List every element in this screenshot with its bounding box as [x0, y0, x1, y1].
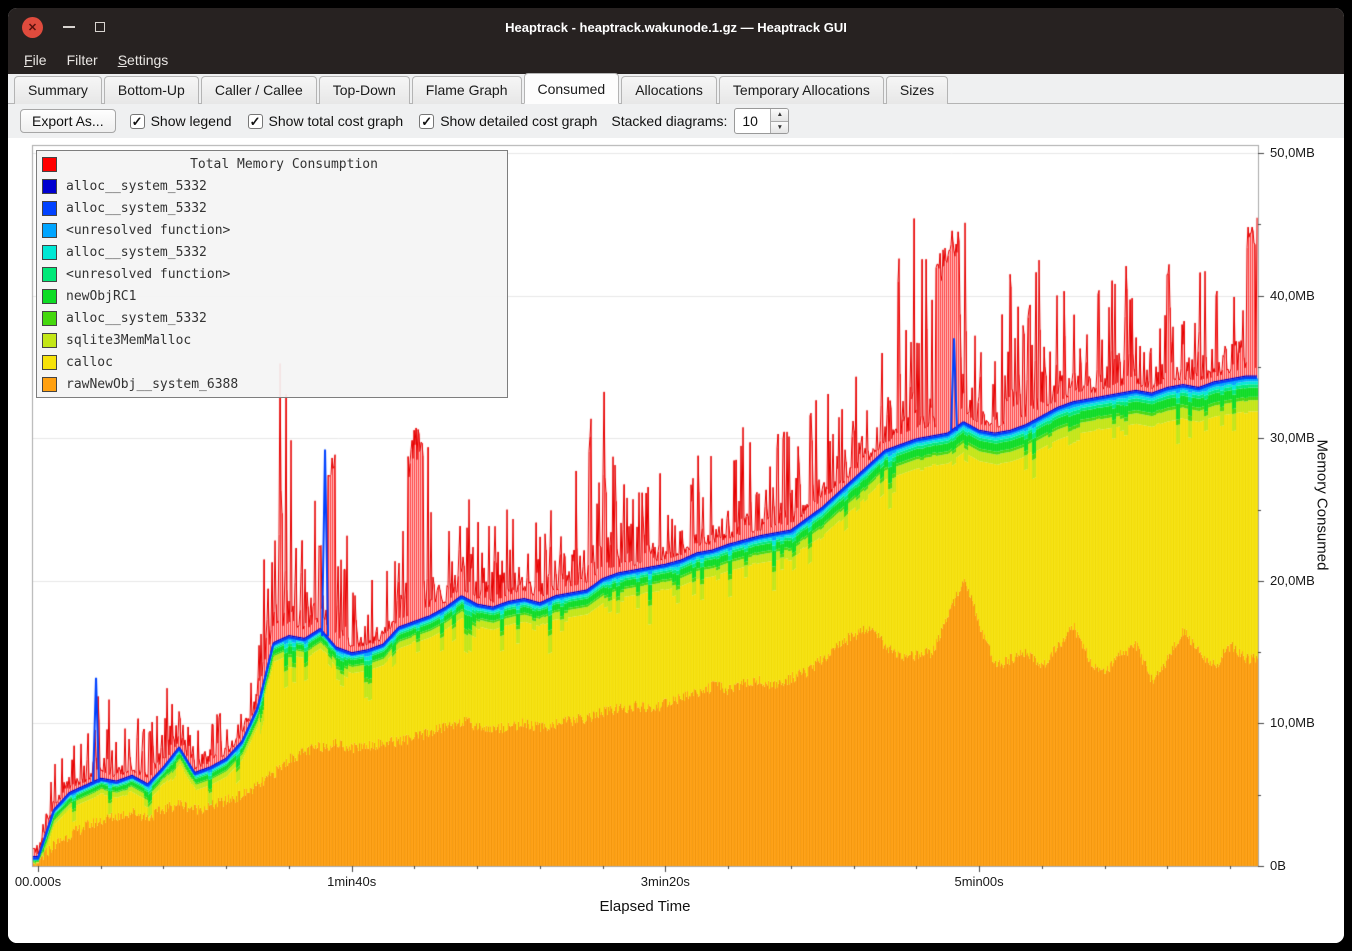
app-window: ✕ Heaptrack - heaptrack.wakunode.1.gz — …	[8, 8, 1344, 943]
checkbox-icon: ✓	[248, 114, 263, 129]
maximize-button[interactable]	[95, 22, 105, 32]
legend-item: alloc__system_5332	[40, 197, 504, 219]
checkbox-label: Show total cost graph	[269, 113, 404, 129]
legend-label: sqlite3MemMalloc	[66, 333, 191, 348]
legend-label: alloc__system_5332	[66, 311, 207, 326]
legend-item: alloc__system_5332	[40, 175, 504, 197]
legend-label: alloc__system_5332	[66, 179, 207, 194]
legend-label: <unresolved function>	[66, 223, 230, 238]
legend-swatch-icon	[42, 377, 57, 392]
menubar: FileFilterSettings	[8, 46, 1344, 74]
tab-allocations[interactable]: Allocations	[621, 76, 717, 104]
tabbar: SummaryBottom-UpCaller / CalleeTop-DownF…	[8, 74, 1344, 104]
legend-swatch-icon	[42, 201, 57, 216]
legend-item: alloc__system_5332	[40, 307, 504, 329]
legend-swatch-icon	[42, 311, 57, 326]
spinbox-buttons: ▲ ▼	[770, 109, 788, 133]
x-tick-label: 5min00s	[934, 874, 1024, 889]
y-tick-label: 40,0MB	[1270, 288, 1340, 303]
legend-label: alloc__system_5332	[66, 245, 207, 260]
legend-title-row: Total Memory Consumption	[40, 153, 504, 175]
window-title: Heaptrack - heaptrack.wakunode.1.gz — He…	[8, 20, 1344, 35]
window-controls: ✕	[8, 17, 105, 38]
legend-swatch-icon	[42, 289, 57, 304]
checkbox-icon: ✓	[130, 114, 145, 129]
stacked-diagrams-value: 10	[735, 109, 770, 133]
checkbox-group: ✓ Show legend ✓ Show total cost graph ✓ Show …	[130, 113, 598, 129]
x-axis-title: Elapsed Time	[565, 898, 725, 915]
y-tick-label: 30,0MB	[1270, 430, 1340, 445]
tab-bottom-up[interactable]: Bottom-Up	[104, 76, 199, 104]
tab-flame-graph[interactable]: Flame Graph	[412, 76, 522, 104]
legend-label: <unresolved function>	[66, 267, 230, 282]
y-tick-label: 10,0MB	[1270, 715, 1340, 730]
tab-consumed[interactable]: Consumed	[524, 73, 620, 104]
close-button[interactable]: ✕	[22, 17, 43, 38]
legend-item: newObjRC1	[40, 285, 504, 307]
legend-swatch-icon	[42, 223, 57, 238]
legend-label: calloc	[66, 355, 113, 370]
menu-settings[interactable]: Settings	[108, 48, 179, 72]
menu-file[interactable]: File	[14, 48, 57, 72]
tab-sizes[interactable]: Sizes	[886, 76, 948, 104]
chart-panel: Total Memory Consumption alloc__system_53…	[8, 138, 1344, 943]
legend-item: rawNewObj__system_6388	[40, 373, 504, 395]
checkbox-show-legend[interactable]: ✓ Show legend	[130, 113, 232, 129]
y-tick-label: 50,0MB	[1270, 145, 1340, 160]
legend-swatch-icon	[42, 333, 57, 348]
checkbox-show-total-cost-graph[interactable]: ✓ Show total cost graph	[248, 113, 404, 129]
x-tick-label: 00.000s	[8, 874, 83, 889]
y-tick-label: 20,0MB	[1270, 573, 1340, 588]
checkbox-show-detailed-cost-graph[interactable]: ✓ Show detailed cost graph	[419, 113, 597, 129]
titlebar: ✕ Heaptrack - heaptrack.wakunode.1.gz — …	[8, 8, 1344, 46]
minimize-button[interactable]	[63, 26, 75, 28]
legend-title: Total Memory Consumption	[66, 157, 502, 172]
legend-swatch-icon	[42, 355, 57, 370]
legend-total-swatch-icon	[42, 157, 57, 172]
legend-swatch-icon	[42, 179, 57, 194]
legend-label: rawNewObj__system_6388	[66, 377, 238, 392]
maximize-icon	[95, 22, 105, 32]
spin-up-button[interactable]: ▲	[771, 109, 788, 121]
spin-down-button[interactable]: ▼	[771, 121, 788, 134]
checkbox-icon: ✓	[419, 114, 434, 129]
tab-summary[interactable]: Summary	[14, 76, 102, 104]
menu-filter[interactable]: Filter	[57, 48, 108, 72]
legend-swatch-icon	[42, 267, 57, 282]
y-axis-title: Memory Consumed	[1314, 440, 1331, 571]
legend-item: calloc	[40, 351, 504, 373]
y-tick-label: 0B	[1270, 858, 1340, 873]
tab-top-down[interactable]: Top-Down	[319, 76, 410, 104]
chart-legend: Total Memory Consumption alloc__system_53…	[36, 150, 508, 398]
minimize-icon	[63, 26, 75, 28]
checkbox-label: Show legend	[151, 113, 232, 129]
checkbox-label: Show detailed cost graph	[440, 113, 597, 129]
x-tick-label: 1min40s	[307, 874, 397, 889]
toolbar: Export As... ✓ Show legend ✓ Show total cos…	[8, 104, 1344, 138]
legend-label: alloc__system_5332	[66, 201, 207, 216]
stacked-diagrams-label: Stacked diagrams:	[611, 113, 727, 129]
stacked-diagrams-control: Stacked diagrams: 10 ▲ ▼	[611, 108, 789, 134]
legend-label: newObjRC1	[66, 289, 136, 304]
legend-swatch-icon	[42, 245, 57, 260]
stacked-diagrams-spinbox[interactable]: 10 ▲ ▼	[734, 108, 789, 134]
export-as-button[interactable]: Export As...	[20, 109, 116, 133]
legend-item: <unresolved function>	[40, 219, 504, 241]
tab-temporary-allocations[interactable]: Temporary Allocations	[719, 76, 884, 104]
x-tick-label: 3min20s	[620, 874, 710, 889]
tab-caller-callee[interactable]: Caller / Callee	[201, 76, 317, 104]
legend-item: sqlite3MemMalloc	[40, 329, 504, 351]
legend-item: <unresolved function>	[40, 263, 504, 285]
legend-item: alloc__system_5332	[40, 241, 504, 263]
